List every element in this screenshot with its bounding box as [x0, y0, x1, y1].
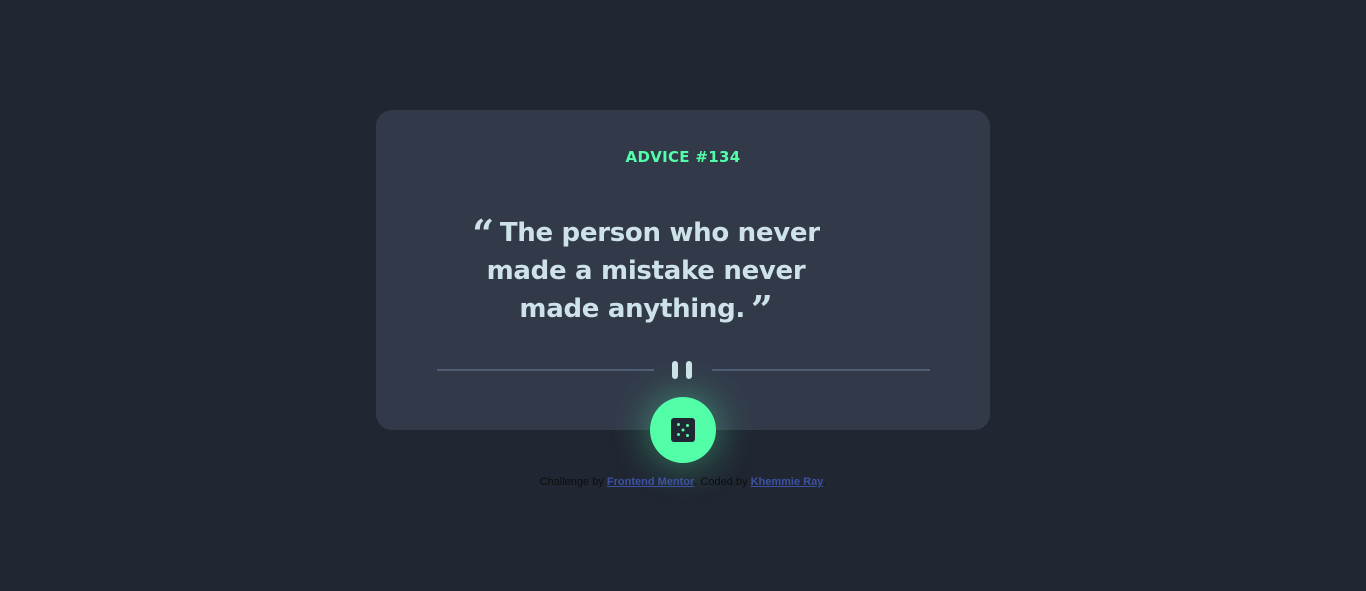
advice-card: ADVICE #134 “The person who never made a…	[376, 110, 990, 430]
challenge-by-text: Challenge by	[539, 476, 604, 488]
open-quote-mark: “	[472, 211, 494, 256]
dice-icon	[671, 418, 695, 442]
divider-line-right	[712, 369, 930, 371]
attribution: Challenge by Frontend Mentor. Coded by K…	[0, 476, 1366, 488]
author-link[interactable]: Khemmie Ray	[751, 476, 824, 488]
divider-line-left	[437, 369, 654, 371]
pause-icon	[671, 361, 697, 379]
close-quote-mark: ”	[751, 287, 773, 332]
advice-quote: “The person who never made a mistake nev…	[446, 211, 846, 332]
attribution-end: .	[823, 476, 827, 488]
advice-id-label: ADVICE #134	[625, 148, 741, 166]
coded-by-text: Coded by	[700, 476, 748, 488]
frontend-mentor-link[interactable]: Frontend Mentor	[607, 476, 694, 488]
new-advice-button[interactable]	[650, 397, 716, 463]
pattern-divider	[437, 359, 930, 383]
